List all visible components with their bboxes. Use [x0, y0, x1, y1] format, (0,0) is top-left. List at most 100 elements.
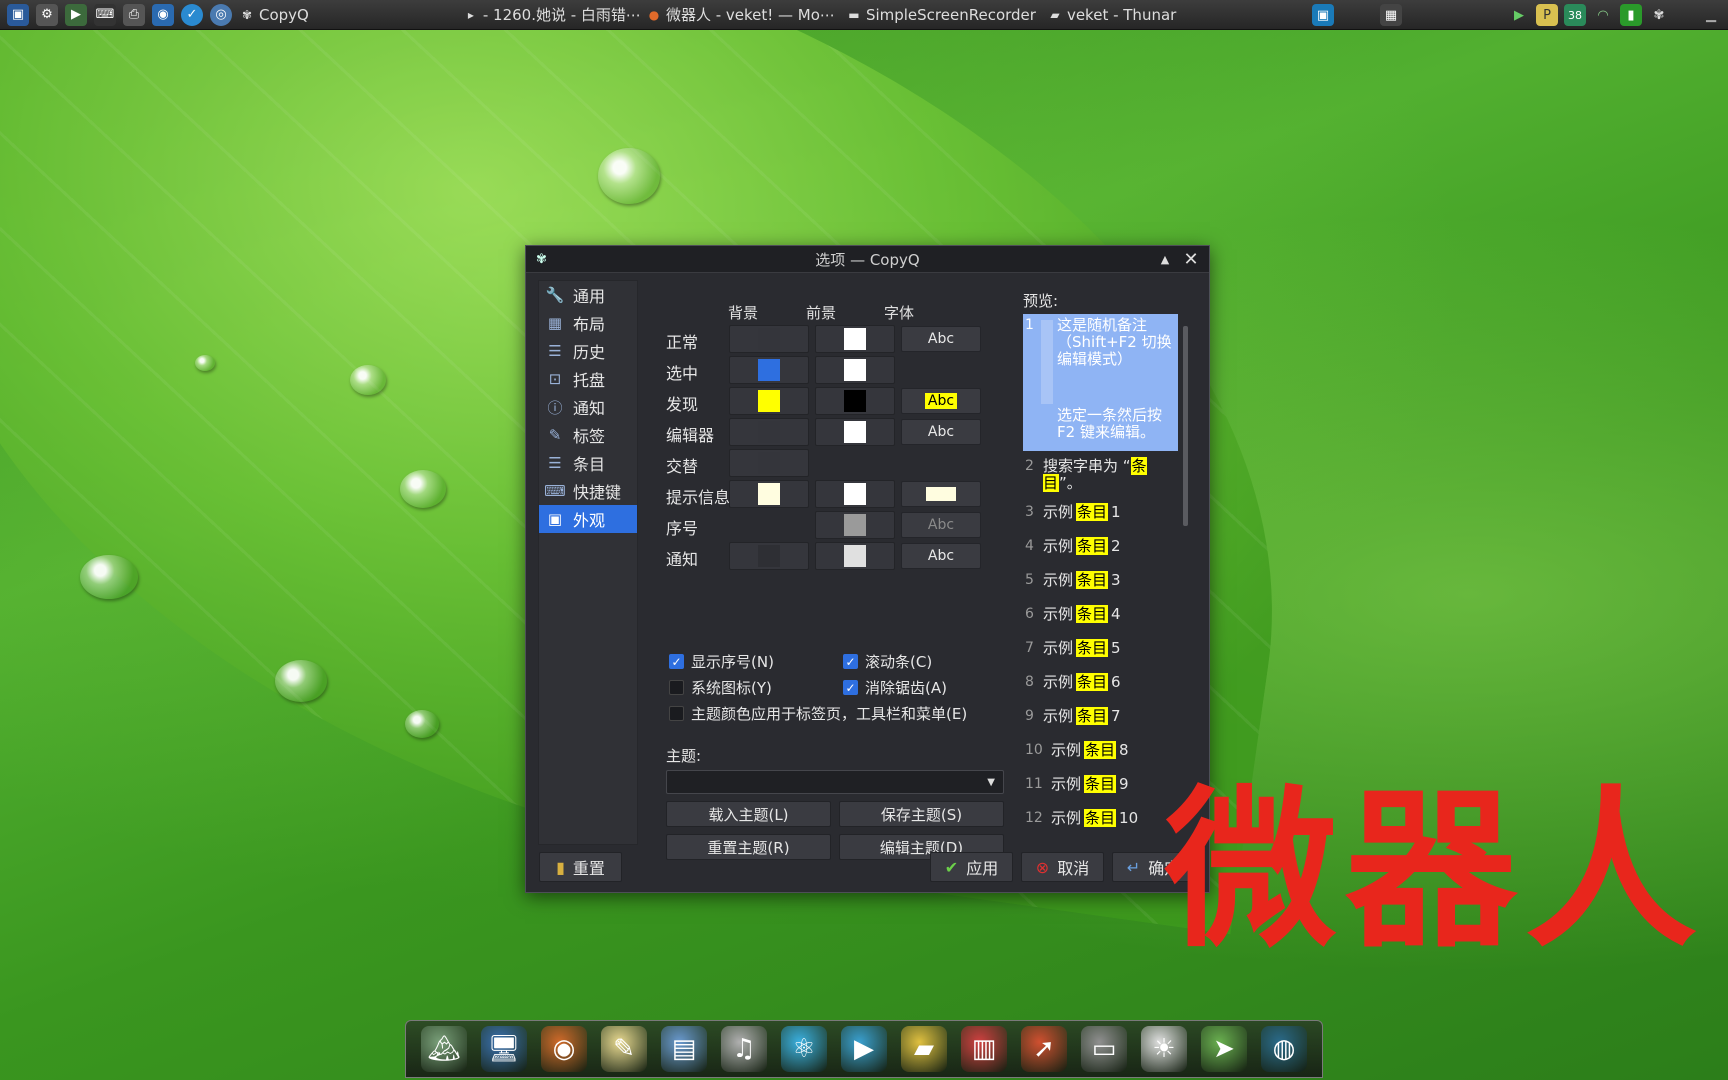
- check-circle-icon[interactable]: ✓: [181, 3, 203, 26]
- preview-item[interactable]: 7 示例 条目 5: [1023, 631, 1178, 665]
- text-editor-icon[interactable]: ✎: [601, 1026, 647, 1072]
- music-icon[interactable]: ♫: [721, 1026, 767, 1072]
- theme-colors-checkbox[interactable]: 主题颜色应用于标签页，工具栏和菜单(E): [669, 703, 967, 724]
- image-viewer-icon[interactable]: ▤: [661, 1026, 707, 1072]
- desktop-icon[interactable]: 🏔: [421, 1026, 467, 1072]
- font-button-tooltip[interactable]: [901, 481, 981, 507]
- foreground-color-button-notification[interactable]: [815, 542, 895, 570]
- clover-icon: ✾: [536, 252, 547, 267]
- preview-item[interactable]: 11 示例 条目 9: [1023, 767, 1178, 801]
- clover-icon[interactable]: ✾: [1648, 4, 1670, 26]
- font-button-found[interactable]: Abc: [901, 388, 981, 414]
- network-icon[interactable]: ◎: [210, 3, 232, 26]
- sidebar-item-history[interactable]: ☰ 历史: [539, 337, 637, 365]
- font-button-editor[interactable]: Abc: [901, 419, 981, 445]
- preview-item-search[interactable]: 2 搜索字串为 “条目”。: [1023, 455, 1178, 495]
- temperature-badge[interactable]: 38: [1564, 4, 1586, 26]
- preview-list[interactable]: 1 这是随机备注（Shift+F2 切换编辑模式） 选定一条然后按 F2 键来编…: [1023, 314, 1178, 844]
- background-color-button-normal[interactable]: [729, 325, 809, 353]
- font-button-notification[interactable]: Abc: [901, 543, 981, 569]
- next-icon[interactable]: ➤: [1201, 1026, 1247, 1072]
- cancel-button[interactable]: ⊗ 取消: [1021, 852, 1104, 882]
- screenshot-icon[interactable]: ◉: [152, 3, 174, 26]
- clipboard-icon[interactable]: P: [1536, 4, 1558, 26]
- preview-item-selected[interactable]: 1 这是随机备注（Shift+F2 切换编辑模式） 选定一条然后按 F2 键来编…: [1023, 314, 1178, 451]
- globe-icon[interactable]: ◍: [1261, 1026, 1307, 1072]
- task-copyq[interactable]: ✾ CopyQ: [240, 6, 309, 24]
- background-color-button-notification[interactable]: [729, 542, 809, 570]
- foreground-color-button-normal[interactable]: [815, 325, 895, 353]
- chart-icon[interactable]: ▥: [961, 1026, 1007, 1072]
- settings-gear-icon[interactable]: ⚙: [36, 3, 58, 26]
- preview-item[interactable]: 6 示例 条目 4: [1023, 597, 1178, 631]
- background-color-button-editor[interactable]: [729, 418, 809, 446]
- foreground-color-button-number[interactable]: [815, 511, 895, 539]
- workspace-icon[interactable]: ▦: [1380, 4, 1402, 26]
- color-swatch: [758, 359, 780, 381]
- preview-item[interactable]: 5 示例 条目 3: [1023, 563, 1178, 597]
- scrollbar-checkbox[interactable]: ✓ 滚动条(C): [843, 651, 932, 672]
- sidebar-item-appearance[interactable]: ▣ 外观: [539, 505, 637, 533]
- computer-icon[interactable]: 🖥: [481, 1026, 527, 1072]
- foreground-color-button-found[interactable]: [815, 387, 895, 415]
- task-thunar[interactable]: ▰ veket - Thunar: [1048, 6, 1176, 24]
- preview-item[interactable]: 10 示例 条目 8: [1023, 733, 1178, 767]
- item-text: 示例: [1043, 502, 1074, 521]
- task-firefox[interactable]: ● 微器人 - veket! — Mo⋯: [647, 4, 835, 25]
- reset-button[interactable]: ▮ 重置: [539, 852, 622, 882]
- save-theme-button[interactable]: 保存主题(S): [839, 801, 1004, 827]
- brightness-icon[interactable]: ☀: [1141, 1026, 1187, 1072]
- load-theme-button[interactable]: 载入主题(L): [666, 801, 831, 827]
- preview-item[interactable]: 4 示例 条目 2: [1023, 529, 1178, 563]
- notes-icon[interactable]: ▰: [901, 1026, 947, 1072]
- preview-item[interactable]: 8 示例 条目 6: [1023, 665, 1178, 699]
- preview-item[interactable]: 12 示例 条目 10: [1023, 801, 1178, 835]
- search-highlight: 条目: [1076, 672, 1109, 691]
- wifi-icon[interactable]: ◠: [1592, 4, 1614, 26]
- preview-item[interactable]: 9 示例 条目 7: [1023, 699, 1178, 733]
- dialog-titlebar[interactable]: ✾ 选项 — CopyQ ▲ ✕: [526, 246, 1209, 273]
- desktop-switch-icon[interactable]: ▣: [1312, 4, 1334, 26]
- item-index: 6: [1111, 672, 1121, 691]
- background-color-button-alternate[interactable]: [729, 449, 809, 477]
- preview-scrollbar[interactable]: [1183, 326, 1188, 526]
- sidebar-item-general[interactable]: 🔧 通用: [539, 281, 637, 309]
- background-color-button-selected[interactable]: [729, 356, 809, 384]
- play-icon[interactable]: ▶: [65, 3, 87, 26]
- menu-icon[interactable]: ▁: [1700, 4, 1722, 26]
- terminal-icon[interactable]: ⌨: [94, 3, 116, 26]
- close-button[interactable]: ✕: [1181, 249, 1201, 270]
- media-player-icon[interactable]: ▶: [841, 1026, 887, 1072]
- firefox-icon[interactable]: ◉: [541, 1026, 587, 1072]
- shade-button[interactable]: ▲: [1155, 249, 1175, 269]
- task-music[interactable]: ▸ - 1260.她说 - 白雨错⋯: [464, 4, 641, 25]
- sidebar-item-layout[interactable]: ▦ 布局: [539, 309, 637, 337]
- sidebar-item-notifications[interactable]: ⓘ 通知: [539, 393, 637, 421]
- system-icons-checkbox[interactable]: 系统图标(Y): [669, 677, 772, 698]
- atom-icon[interactable]: ⚛: [781, 1026, 827, 1072]
- foreground-color-button-tooltip[interactable]: [815, 480, 895, 508]
- background-color-button-found[interactable]: [729, 387, 809, 415]
- theme-select[interactable]: ▼: [666, 770, 1004, 794]
- antialias-checkbox[interactable]: ✓ 消除锯齿(A): [843, 677, 947, 698]
- foreground-color-button-editor[interactable]: [815, 418, 895, 446]
- play-icon[interactable]: ▶: [1508, 4, 1530, 26]
- rocket-icon[interactable]: ➚: [1021, 1026, 1067, 1072]
- apply-button[interactable]: ✔ 应用: [930, 852, 1013, 882]
- reset-theme-button[interactable]: 重置主题(R): [666, 834, 831, 860]
- preview-item[interactable]: 3 示例 条目 1: [1023, 495, 1178, 529]
- sidebar-item-items[interactable]: ☰ 条目: [539, 449, 637, 477]
- font-button-normal[interactable]: Abc: [901, 326, 981, 352]
- task-screen-recorder[interactable]: ▬ SimpleScreenRecorder: [847, 6, 1036, 24]
- sidebar-item-shortcuts[interactable]: ⌨ 快捷键: [539, 477, 637, 505]
- show-number-checkbox[interactable]: ✓ 显示序号(N): [669, 651, 774, 672]
- battery-icon[interactable]: ▮: [1620, 4, 1642, 26]
- terminal-monitor-icon[interactable]: ▣: [7, 3, 29, 26]
- drive-icon[interactable]: ▭: [1081, 1026, 1127, 1072]
- sidebar-item-tray[interactable]: ⊡ 托盘: [539, 365, 637, 393]
- printer-icon[interactable]: ⎙: [123, 3, 145, 26]
- sidebar-item-tabs[interactable]: ✎ 标签: [539, 421, 637, 449]
- background-color-button-tooltip[interactable]: [729, 480, 809, 508]
- font-button-number[interactable]: Abc: [901, 512, 981, 538]
- foreground-color-button-selected[interactable]: [815, 356, 895, 384]
